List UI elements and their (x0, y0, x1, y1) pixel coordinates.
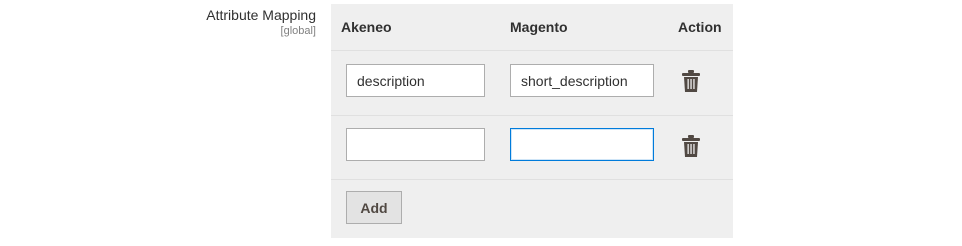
field-title: Attribute Mapping (206, 7, 316, 23)
attribute-mapping-table: Akeneo Magento Action Add (331, 4, 733, 238)
table-row (331, 51, 733, 116)
table-row (331, 115, 733, 180)
magento-attribute-input[interactable] (510, 64, 654, 97)
field-scope: [global] (280, 25, 316, 37)
akeneo-attribute-input[interactable] (346, 128, 485, 161)
add-button[interactable]: Add (346, 191, 402, 224)
column-header-action: Action (678, 19, 722, 35)
table-header: Akeneo Magento Action (331, 4, 733, 51)
akeneo-attribute-input[interactable] (346, 64, 485, 97)
field-label: Attribute Mapping [global] (206, 6, 316, 38)
magento-attribute-input[interactable] (510, 128, 654, 161)
trash-icon[interactable] (682, 135, 700, 157)
column-header-akeneo: Akeneo (341, 19, 392, 35)
column-header-magento: Magento (510, 19, 568, 35)
add-row: Add (331, 180, 733, 238)
trash-icon[interactable] (682, 70, 700, 92)
